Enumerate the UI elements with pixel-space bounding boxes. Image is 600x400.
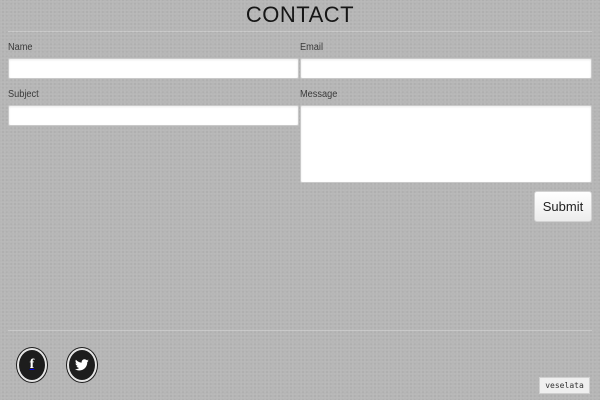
email-label: Email	[300, 42, 324, 53]
footer-divider	[8, 330, 592, 331]
subject-label: Subject	[8, 89, 39, 100]
name-input[interactable]	[8, 58, 299, 79]
facebook-link[interactable]: f	[17, 348, 47, 382]
twitter-bird-icon	[75, 359, 89, 371]
subject-input[interactable]	[8, 105, 299, 126]
submit-button[interactable]: Submit	[534, 191, 592, 222]
message-label: Message	[300, 89, 338, 100]
name-label: Name	[8, 42, 33, 53]
email-input[interactable]	[300, 58, 592, 79]
twitter-link[interactable]	[67, 348, 97, 382]
facebook-icon: f	[29, 357, 35, 372]
page-title: CONTACT	[245, 2, 355, 27]
message-textarea[interactable]	[300, 105, 592, 183]
credit-badge[interactable]: veselata	[539, 377, 590, 394]
header-divider	[8, 31, 592, 32]
